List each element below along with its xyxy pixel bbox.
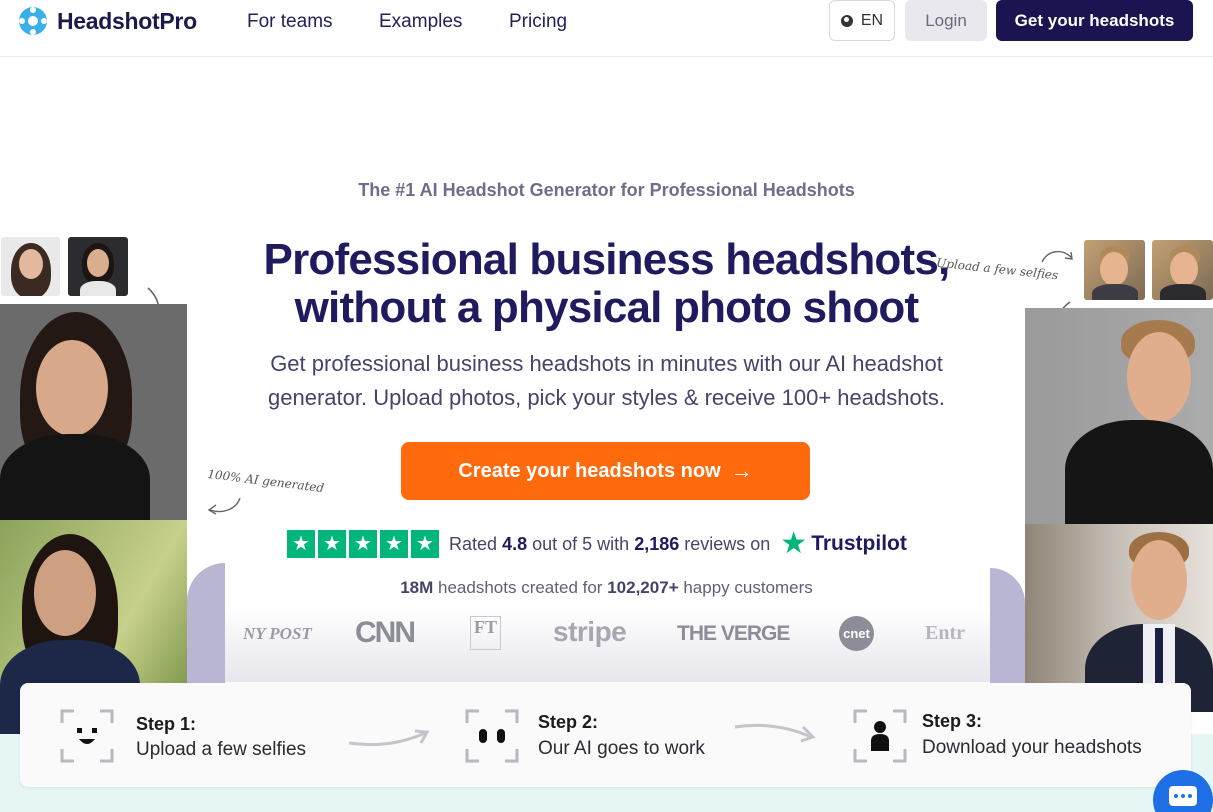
review-count: 2,186 <box>634 533 680 554</box>
eyes-scan-icon <box>465 709 519 763</box>
trustpilot-rating: ★ ★ ★ ★ ★ Rated 4.8 out of 5 with 2,186 … <box>287 528 907 560</box>
brand-logo[interactable]: HeadshotPro <box>18 6 197 36</box>
arrow-right-icon: → <box>730 458 753 483</box>
curved-arrow-icon <box>207 497 241 515</box>
headshot-photo-woman-black-sweater <box>0 304 187 520</box>
how-it-works-steps: Step 1: Upload a few selfies Step 2: Our… <box>20 683 1191 787</box>
star-icon: ★ <box>349 530 377 558</box>
rating-score: 4.8 <box>502 533 528 554</box>
press-logo-entrepreneur: Entr <box>925 622 965 644</box>
get-headshots-button[interactable]: Get your headshots <box>996 0 1193 41</box>
headshots-count: 18M <box>400 578 434 597</box>
hero-headline-line-2: without a physical photo shoot <box>294 283 920 332</box>
customers-count: 102,207+ <box>607 578 679 597</box>
step-arrow-icon <box>348 729 430 747</box>
smiley-scan-icon <box>60 709 114 763</box>
trustpilot-star-icon: ★ <box>780 527 808 560</box>
hero-headline: Professional business headshots, without… <box>0 236 1213 332</box>
top-navigation: HeadshotPro For teams Examples Pricing E… <box>0 0 1213 57</box>
press-logo-cnet: cnet <box>839 616 874 651</box>
person-scan-icon <box>853 709 907 763</box>
step-2-description: Our AI goes to work <box>538 738 705 759</box>
step-arrow-icon <box>734 723 816 743</box>
globe-icon <box>840 14 853 27</box>
star-icon: ★ <box>411 530 439 558</box>
step-3-title: Step 3: <box>922 711 983 731</box>
chat-icon <box>1169 786 1197 806</box>
nav-link-pricing[interactable]: Pricing <box>509 11 567 33</box>
star-icon: ★ <box>318 530 346 558</box>
step-1-description: Upload a few selfies <box>136 739 307 760</box>
trustpilot-name: Trustpilot <box>811 532 907 555</box>
language-selector[interactable]: EN <box>829 0 895 41</box>
rating-prefix: Rated <box>449 533 498 554</box>
press-logo-ft: FT <box>470 616 502 650</box>
nav-link-examples[interactable]: Examples <box>379 11 462 33</box>
rating-text: Rated 4.8 out of 5 with 2,186 reviews on <box>449 534 770 555</box>
nav-link-for-teams[interactable]: For teams <box>247 11 333 33</box>
star-icon: ★ <box>287 530 315 558</box>
hero-kicker: The #1 AI Headshot Generator for Profess… <box>358 180 855 200</box>
rating-mid: out of 5 with <box>532 533 630 554</box>
stats-mid: headshots created for <box>438 578 603 597</box>
login-button[interactable]: Login <box>905 0 987 41</box>
trustpilot-logo[interactable]: ★ Trustpilot <box>780 529 907 559</box>
stats-suffix: happy customers <box>683 578 813 597</box>
step-3-description: Download your headshots <box>922 737 1142 758</box>
rating-suffix: reviews on <box>684 533 771 554</box>
step-1-title: Step 1: <box>136 714 197 734</box>
press-logo-nypost: NY POST <box>243 624 312 643</box>
rating-stars: ★ ★ ★ ★ ★ <box>287 530 439 558</box>
press-logo-cnn: CNN <box>355 616 416 649</box>
create-headshots-label: Create your headshots now <box>458 459 721 482</box>
brand-name: HeadshotPro <box>57 7 197 34</box>
customer-stats: 18M headshots created for 102,207+ happy… <box>0 578 1213 598</box>
press-logos-strip: NY POST CNN FT stripe THE VERGE cnet Ent… <box>225 608 990 682</box>
annotation-ai-generated: 100% AI generated <box>206 466 325 496</box>
language-label: EN <box>860 11 884 29</box>
headshotpro-logo-icon <box>19 7 47 35</box>
star-icon: ★ <box>380 530 408 558</box>
hero-subtext: Get professional business headshots in m… <box>268 351 945 410</box>
step-2-title: Step 2: <box>538 712 599 732</box>
headshot-photo-man-turtleneck <box>1025 308 1213 524</box>
create-headshots-button[interactable]: Create your headshots now → <box>401 442 810 500</box>
hero-headline-line-1: Professional business headshots, <box>263 235 951 284</box>
press-logo-the-verge: THE VERGE <box>677 622 790 645</box>
press-logo-stripe: stripe <box>553 616 627 647</box>
